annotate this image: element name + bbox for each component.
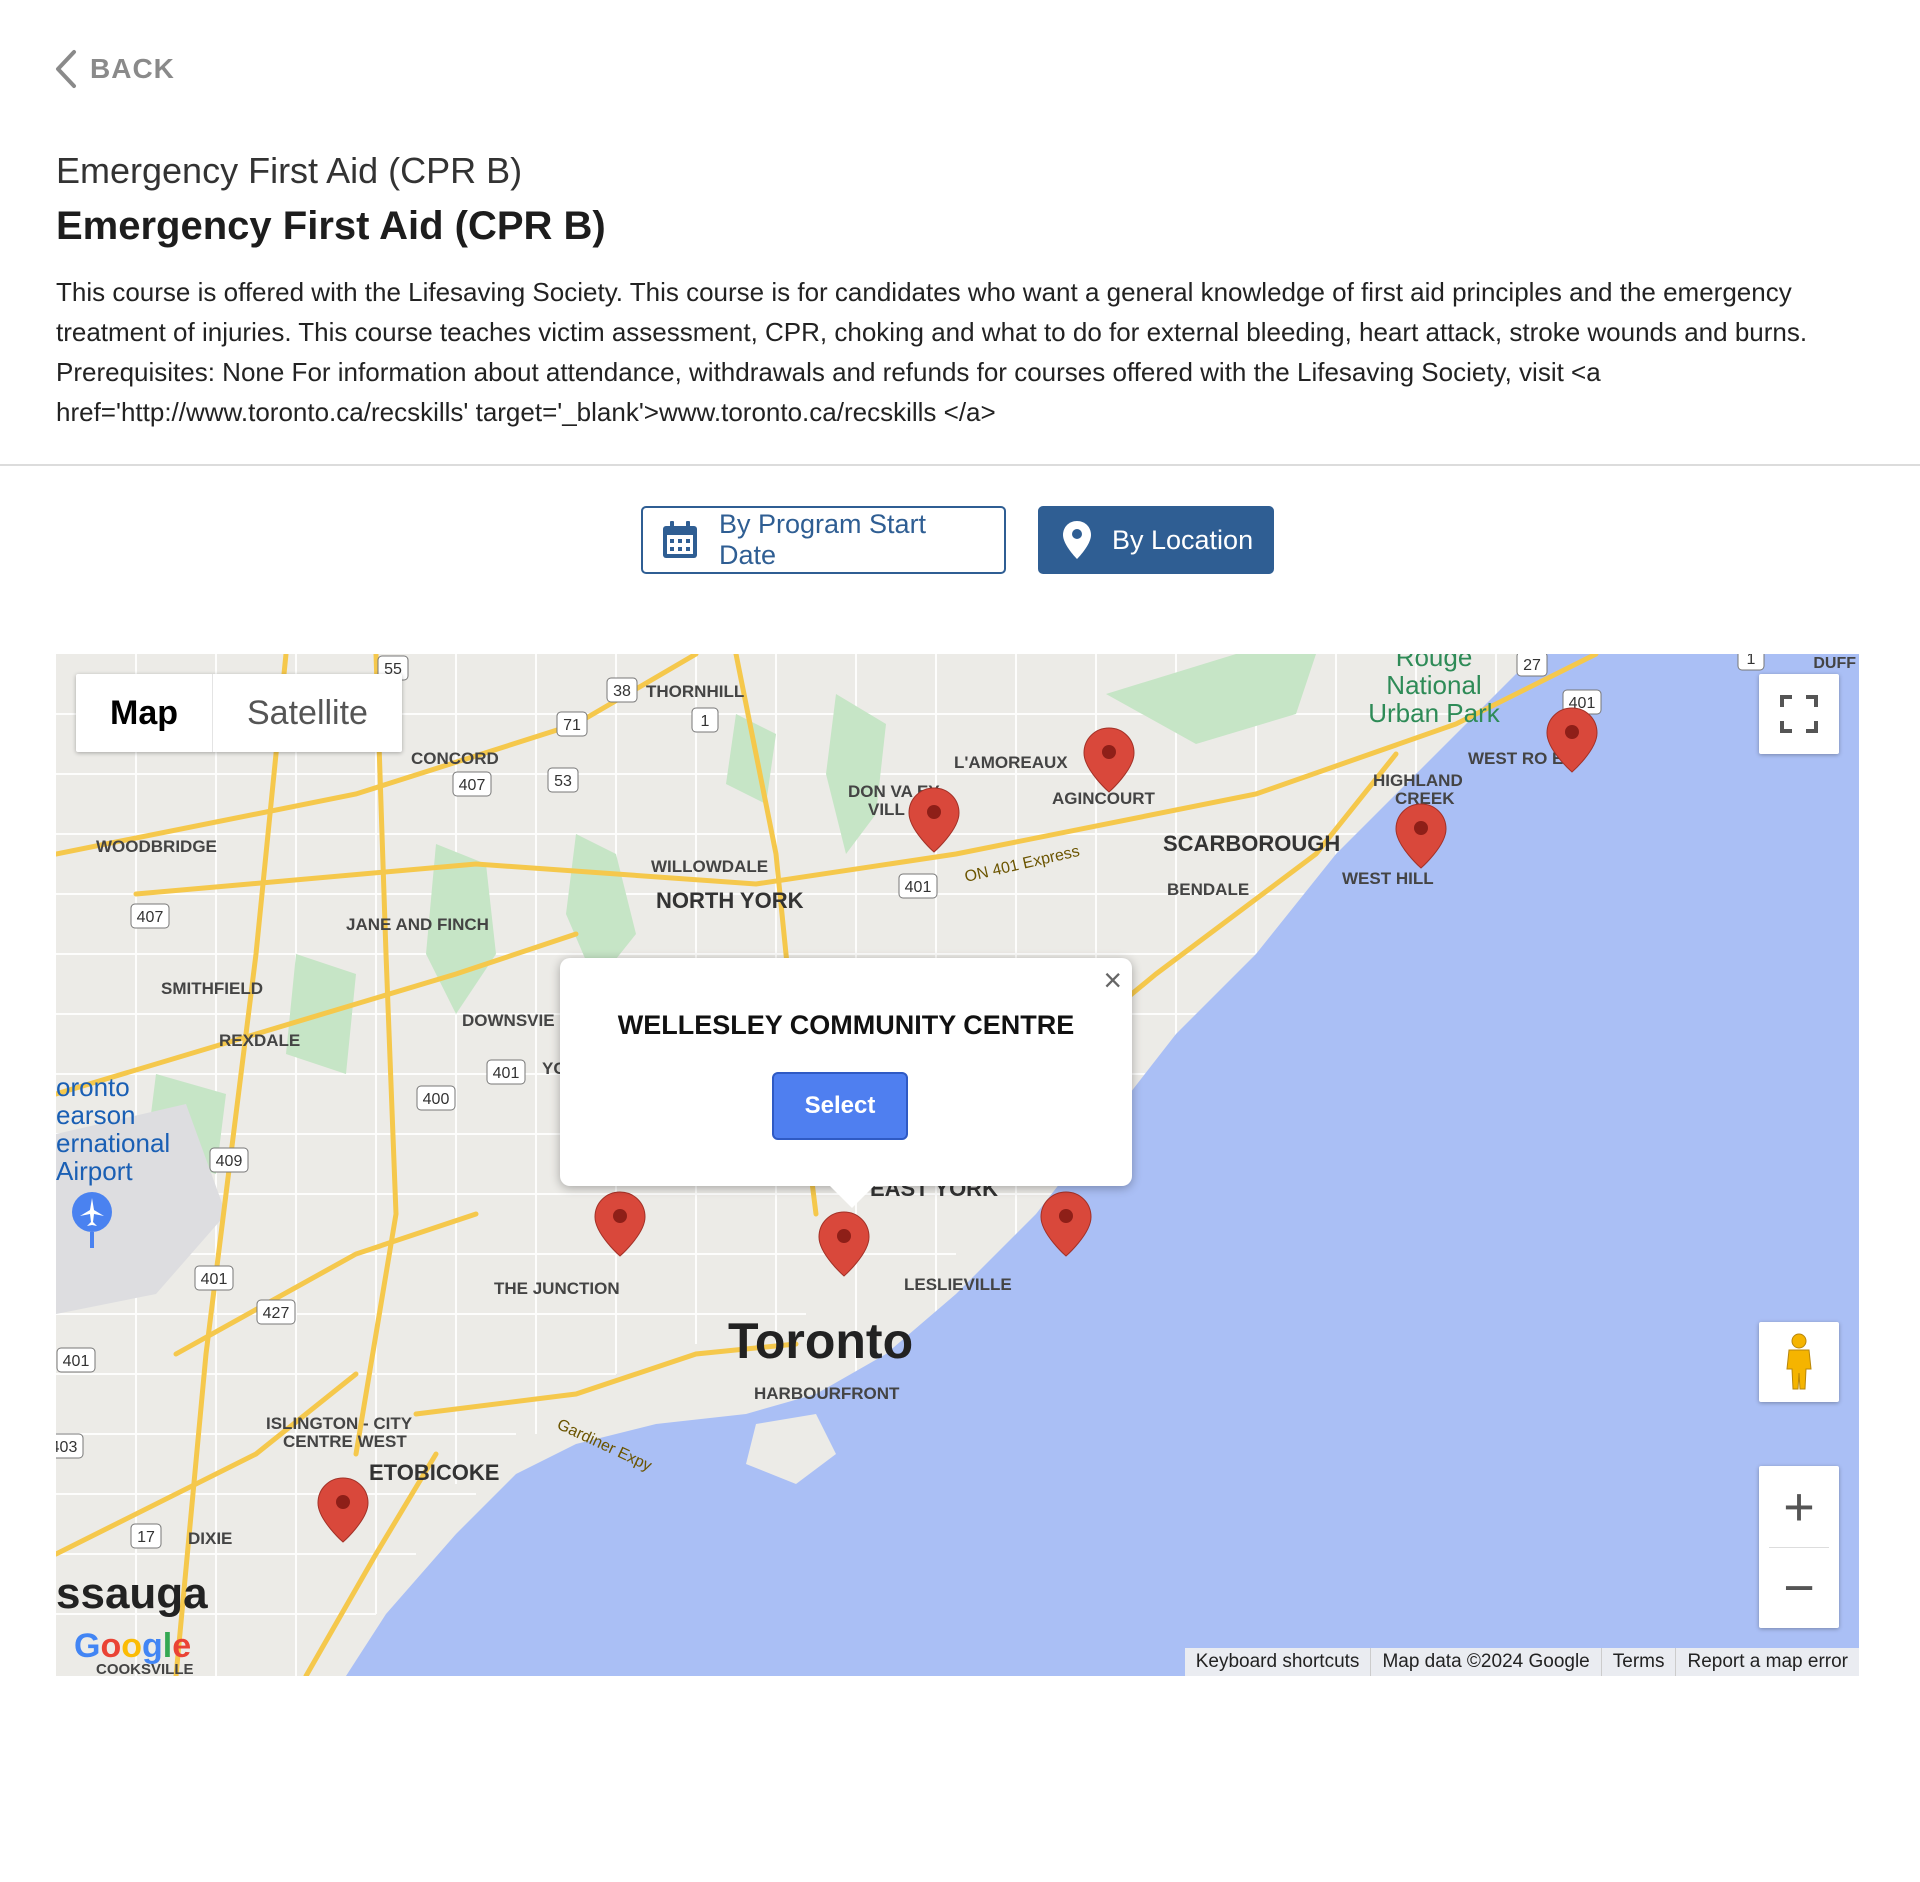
- label-concord: CONCORD: [411, 749, 499, 768]
- google-logo: Google: [74, 1627, 192, 1665]
- by-program-start-date-label: By Program Start Date: [719, 509, 927, 570]
- svg-text:38: 38: [613, 683, 631, 700]
- select-location-button[interactable]: Select: [772, 1072, 908, 1140]
- svg-text:17: 17: [137, 1529, 155, 1546]
- label-rexdale: REXDALE: [219, 1031, 300, 1050]
- label-smithfield: SMITHFIELD: [161, 979, 263, 998]
- label-jane-finch: JANE AND FINCH: [346, 915, 489, 934]
- location-info-popup: × WELLESLEY COMMUNITY CENTRE Select: [560, 958, 1132, 1208]
- label-junction: THE JUNCTION: [494, 1279, 620, 1298]
- label-islington: ISLINGTON - CITY: [266, 1414, 413, 1433]
- svg-text:407: 407: [137, 909, 164, 926]
- label-willowdale: WILLOWDALE: [651, 857, 768, 876]
- zoom-out-button[interactable]: −: [1759, 1548, 1839, 1628]
- by-program-start-date-button[interactable]: By Program Start Date: [641, 506, 1006, 574]
- label-national: National: [1386, 670, 1481, 700]
- label-don-valley-village: VILL: [868, 800, 905, 819]
- terms-link[interactable]: Terms: [1600, 1648, 1676, 1676]
- label-toronto: Toronto: [728, 1313, 913, 1369]
- label-dixie: DIXIE: [188, 1529, 232, 1548]
- back-label: BACK: [90, 53, 175, 84]
- label-leslieville: LESLIEVILLE: [904, 1275, 1012, 1294]
- label-airport-4: Airport: [56, 1156, 133, 1186]
- svg-text:27: 27: [1523, 657, 1541, 674]
- course-title: Emergency First Aid (CPR B): [56, 204, 606, 248]
- location-map[interactable]: THORNHILL CONCORD WOODBRIDGE WILLOWDALE …: [56, 654, 1859, 1676]
- svg-text:401: 401: [905, 879, 932, 896]
- map-data-text: Map data ©2024 Google: [1370, 1648, 1600, 1676]
- label-centre-west: CENTRE WEST: [283, 1432, 407, 1451]
- label-etobicoke: ETOBICOKE: [369, 1460, 499, 1485]
- report-map-error-link[interactable]: Report a map error: [1675, 1648, 1859, 1676]
- zoom-in-button[interactable]: +: [1759, 1467, 1839, 1547]
- label-agincourt: AGINCOURT: [1052, 789, 1156, 808]
- street-view-button[interactable]: [1759, 1322, 1839, 1402]
- svg-text:401: 401: [201, 1271, 228, 1288]
- course-subtitle: Emergency First Aid (CPR B): [56, 150, 523, 191]
- pegman-icon: [1786, 1333, 1812, 1390]
- divider: [0, 464, 1920, 466]
- label-scarborough: SCARBOROUGH: [1163, 831, 1340, 856]
- label-harbourfront: HARBOURFRONT: [754, 1384, 900, 1403]
- map-type-control: Map Satellite: [76, 674, 402, 752]
- label-downsview: DOWNSVIE: [462, 1011, 555, 1030]
- label-mississauga: ssauga: [56, 1569, 208, 1618]
- svg-text:71: 71: [563, 717, 581, 734]
- svg-text:403: 403: [56, 1439, 77, 1456]
- label-highland: HIGHLAND: [1373, 771, 1463, 790]
- svg-text:401: 401: [493, 1065, 520, 1082]
- calendar-icon: [663, 521, 697, 558]
- label-lamoreaux: L'AMOREAUX: [954, 753, 1068, 772]
- by-location-button[interactable]: By Location: [1038, 506, 1274, 574]
- svg-text:409: 409: [216, 1153, 243, 1170]
- fullscreen-icon: [1780, 695, 1818, 733]
- svg-text:400: 400: [423, 1091, 450, 1108]
- svg-text:1: 1: [1747, 654, 1756, 668]
- map-type-satellite-button[interactable]: Satellite: [213, 674, 402, 752]
- chevron-left-icon: [56, 50, 76, 88]
- keyboard-shortcuts-link[interactable]: Keyboard shortcuts: [1185, 1648, 1371, 1676]
- svg-text:407: 407: [459, 777, 486, 794]
- label-west-rouge: WEST RO E: [1468, 749, 1563, 768]
- label-airport-2: earson: [56, 1100, 136, 1130]
- label-airport-3: ernational: [56, 1128, 170, 1158]
- popup-location-name: WELLESLEY COMMUNITY CENTRE: [617, 1010, 1075, 1040]
- back-link[interactable]: BACK: [52, 48, 175, 90]
- svg-text:401: 401: [63, 1353, 90, 1370]
- location-pin-icon: [1063, 521, 1091, 559]
- label-north-york: NORTH YORK: [656, 888, 804, 913]
- svg-text:53: 53: [554, 773, 572, 790]
- svg-text:427: 427: [263, 1305, 290, 1322]
- fullscreen-button[interactable]: [1759, 674, 1839, 754]
- label-thornhill: THORNHILL: [646, 682, 744, 701]
- label-urban-park: Urban Park: [1368, 698, 1500, 728]
- course-description: This course is offered with the Lifesavi…: [56, 277, 1808, 427]
- map-type-map-button[interactable]: Map: [76, 674, 213, 752]
- close-icon[interactable]: ×: [1103, 964, 1122, 996]
- label-duff: DUFF: [1813, 655, 1856, 672]
- by-location-label: By Location: [1112, 524, 1254, 555]
- map-attribution: Keyboard shortcuts Map data ©2024 Google…: [1184, 1648, 1859, 1676]
- label-bendale: BENDALE: [1167, 880, 1249, 899]
- label-woodbridge: WOODBRIDGE: [96, 837, 217, 856]
- zoom-control: + −: [1759, 1466, 1839, 1628]
- svg-text:1: 1: [701, 713, 710, 730]
- label-airport-1: oronto: [56, 1072, 130, 1102]
- label-west-hill: WEST HILL: [1342, 869, 1434, 888]
